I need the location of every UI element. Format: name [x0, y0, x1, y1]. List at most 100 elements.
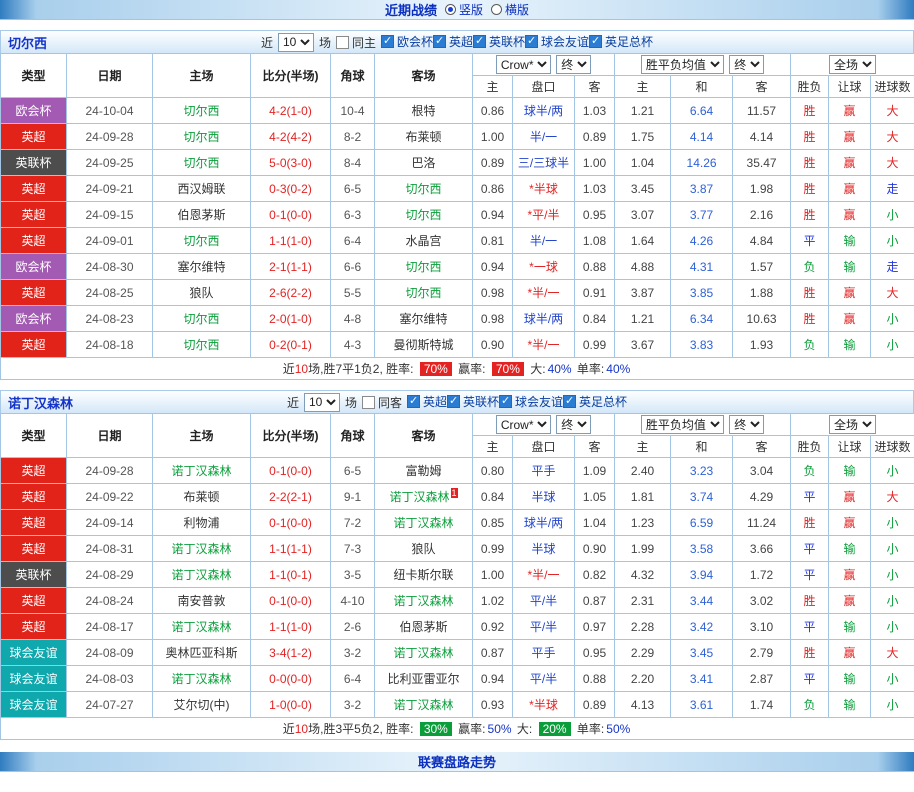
layout-option-vertical[interactable]: 竖版 [445, 1, 483, 18]
league-filter[interactable]: 英足总杯 [589, 33, 653, 50]
handicap: 平手 [513, 640, 575, 666]
europe-company-select[interactable]: 胜平负均值 [641, 55, 724, 74]
europe-phase-select[interactable]: 终 [729, 55, 764, 74]
layout-option-horizontal[interactable]: 横版 [491, 1, 529, 18]
handicap: 平/半 [513, 588, 575, 614]
corners: 6-4 [331, 228, 375, 254]
league-filter[interactable]: 英联杯 [473, 33, 525, 50]
league-filter-label: 欧会杯 [397, 33, 433, 50]
team-sections: 切尔西 近 10 场 同主 欧会杯英超英联杯球会友谊英足总杯 [0, 30, 914, 740]
match-row: 球会友谊24-07-27艾尔切(中)1-0(0-0)3-2诺丁汉森林0.93*半… [1, 692, 914, 718]
corners: 5-5 [331, 280, 375, 306]
match-date: 24-09-28 [67, 124, 153, 150]
odds-phase-select[interactable]: 终 [556, 415, 591, 434]
summary-part: 30% [420, 722, 452, 736]
games-label: 场 [319, 34, 331, 51]
corners: 4-3 [331, 332, 375, 358]
handicap: 半球 [513, 484, 575, 510]
result-goals: 走 [871, 254, 914, 280]
match-count-select[interactable]: 10 [304, 393, 340, 412]
result-handicap: 输 [829, 614, 871, 640]
sub-header: 客 [733, 436, 791, 458]
near-label: 近 [287, 394, 299, 411]
asia-home-odds: 0.98 [473, 306, 513, 332]
layout-option-label: 横版 [505, 1, 529, 18]
away-team: 曼彻斯特城 [375, 332, 473, 358]
home-team: 利物浦 [153, 510, 251, 536]
league-filter[interactable]: 球会友谊 [525, 33, 589, 50]
column-header: 主场 [153, 414, 251, 458]
result-goals: 大 [871, 98, 914, 124]
result-handicap: 赢 [829, 124, 871, 150]
europe-away-odds: 3.02 [733, 588, 791, 614]
odds-phase-select[interactable]: 终 [556, 55, 591, 74]
checkbox-icon [563, 395, 576, 408]
result-handicap: 赢 [829, 640, 871, 666]
match-count-select[interactable]: 10 [278, 33, 314, 52]
result-wdl: 胜 [791, 640, 829, 666]
league-filter[interactable]: 英联杯 [447, 393, 499, 410]
league-filter[interactable]: 英足总杯 [563, 393, 627, 410]
asia-home-odds: 0.98 [473, 280, 513, 306]
europe-away-odds: 3.10 [733, 614, 791, 640]
away-team: 比利亚雷亚尔 [375, 666, 473, 692]
home-team: 南安普敦 [153, 588, 251, 614]
odds-company-select[interactable]: Crow* [496, 55, 551, 74]
league-filter[interactable]: 英超 [433, 33, 473, 50]
near-label: 近 [261, 34, 273, 51]
europe-draw-odds: 3.83 [671, 332, 733, 358]
score: 1-1(1-1) [251, 536, 331, 562]
odds-company-select[interactable]: Crow* [496, 415, 551, 434]
radio-icon [491, 4, 502, 15]
asia-away-odds: 0.97 [575, 614, 615, 640]
summary-part: 40% [606, 362, 630, 376]
sub-header: 胜负 [791, 76, 829, 98]
europe-away-odds: 4.14 [733, 124, 791, 150]
europe-home-odds: 3.45 [615, 176, 671, 202]
summary-row: 近10场,胜7平1负2, 胜率: 70% 赢率: 70% 大:40% 单率:40… [1, 358, 914, 380]
sub-header: 进球数 [871, 76, 914, 98]
result-scope-select[interactable]: 全场 [829, 415, 876, 434]
sub-header: 盘口 [513, 436, 575, 458]
home-team: 艾尔切(中) [153, 692, 251, 718]
score: 0-0(0-0) [251, 666, 331, 692]
league-filter[interactable]: 英超 [407, 393, 447, 410]
league-filter[interactable]: 球会友谊 [499, 393, 563, 410]
asia-home-odds: 1.00 [473, 562, 513, 588]
result-wdl: 平 [791, 562, 829, 588]
summary-part: 10 [295, 362, 308, 376]
score: 0-3(0-2) [251, 176, 331, 202]
europe-away-odds: 11.57 [733, 98, 791, 124]
corners: 8-2 [331, 124, 375, 150]
result-handicap: 输 [829, 692, 871, 718]
away-team: 诺丁汉森林 [375, 692, 473, 718]
league-filter[interactable]: 欧会杯 [381, 33, 433, 50]
result-goals: 走 [871, 176, 914, 202]
score: 1-1(0-1) [251, 562, 331, 588]
result-scope-select[interactable]: 全场 [829, 55, 876, 74]
result-goals: 小 [871, 588, 914, 614]
home-team: 西汉姆联 [153, 176, 251, 202]
odds-dropdown-cell: Crow* 终 [473, 54, 615, 76]
home-team: 塞尔维特 [153, 254, 251, 280]
europe-phase-select[interactable]: 终 [729, 415, 764, 434]
match-date: 24-09-14 [67, 510, 153, 536]
summary-part: 50% [606, 722, 630, 736]
checkbox-icon [407, 395, 420, 408]
result-wdl: 胜 [791, 280, 829, 306]
same-venue-filter[interactable]: 同客 [362, 394, 402, 411]
europe-home-odds: 2.40 [615, 458, 671, 484]
corners: 4-10 [331, 588, 375, 614]
match-row: 球会友谊24-08-09奥林匹亚科斯3-4(1-2)3-2诺丁汉森林0.87平手… [1, 640, 914, 666]
europe-company-select[interactable]: 胜平负均值 [641, 415, 724, 434]
sub-header: 主 [473, 76, 513, 98]
score: 1-1(1-0) [251, 228, 331, 254]
score: 2-2(2-1) [251, 484, 331, 510]
europe-away-odds: 2.16 [733, 202, 791, 228]
same-venue-filter[interactable]: 同主 [336, 34, 376, 51]
handicap: 平/半 [513, 614, 575, 640]
result-dropdown-cell: 全场 [791, 414, 914, 436]
result-handicap: 输 [829, 254, 871, 280]
radio-icon [445, 4, 456, 15]
column-header: 日期 [67, 54, 153, 98]
